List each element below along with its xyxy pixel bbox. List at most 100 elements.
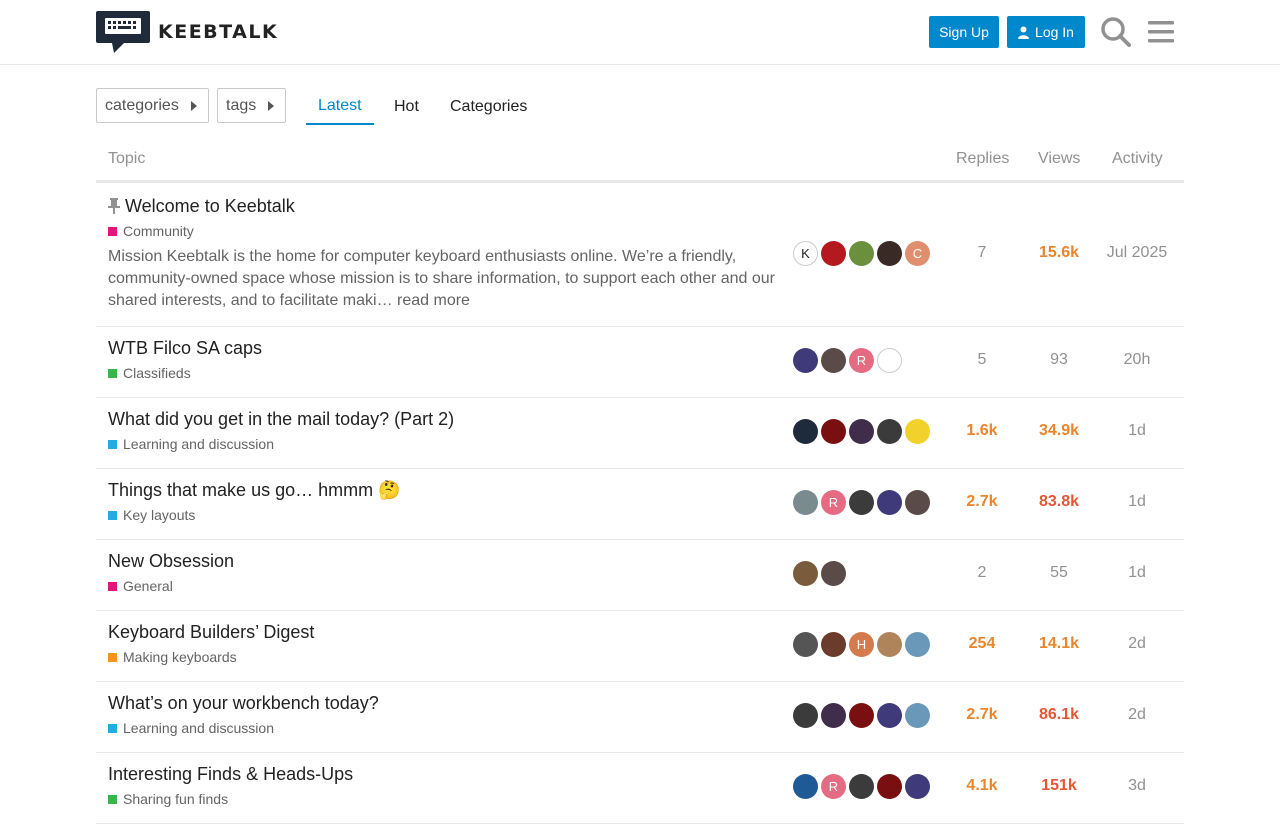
topic-row: New Obsession General 2 55 1d [96,539,1184,611]
column-activity[interactable]: Activity [1112,150,1163,168]
view-count: 86.1k [1038,706,1080,723]
category-badge[interactable]: Making keyboards [108,649,237,665]
topic-row: What did you get in the mail today? (Par… [96,397,1184,469]
hamburger-menu-icon[interactable] [1146,16,1176,48]
column-replies[interactable]: Replies [956,150,1009,168]
activity-time[interactable]: 2d [1102,706,1172,724]
activity-time[interactable]: 20h [1102,351,1172,369]
category-color-swatch [108,439,117,449]
activity-time[interactable]: Jul 2025 [1102,244,1172,262]
avatar[interactable]: R [849,348,874,373]
tab-hot[interactable]: Hot [394,88,419,125]
avatar[interactable] [877,348,902,373]
topic-row: Interesting Finds & Heads-Ups Sharing fun… [96,752,1184,824]
avatar[interactable] [877,632,902,657]
avatar[interactable] [877,774,902,799]
avatar[interactable] [793,419,818,444]
sign-up-button[interactable]: Sign Up [929,16,999,48]
activity-time[interactable]: 1d [1102,493,1172,511]
avatar[interactable] [793,561,818,586]
avatar[interactable] [905,490,930,515]
avatar[interactable] [793,632,818,657]
view-count: 151k [1041,777,1077,794]
column-views[interactable]: Views [1038,150,1080,168]
pin-icon [108,198,120,214]
topic-title[interactable]: WTB Filco SA caps [108,338,262,359]
avatar[interactable] [849,703,874,728]
avatar[interactable]: R [821,774,846,799]
activity-time[interactable]: 3d [1102,777,1172,795]
avatar[interactable] [877,241,902,266]
avatar[interactable] [793,703,818,728]
reply-count[interactable]: 4.1k [947,777,1017,795]
avatar[interactable] [849,241,874,266]
avatar[interactable] [793,774,818,799]
avatar[interactable] [821,419,846,444]
avatar[interactable] [877,703,902,728]
avatar[interactable] [821,348,846,373]
topic-title[interactable]: New Obsession [108,551,234,572]
topic-title[interactable]: Welcome to Keebtalk [125,196,295,217]
avatar[interactable] [821,561,846,586]
log-in-button[interactable]: Log In [1007,16,1085,48]
avatar[interactable]: K [793,241,818,266]
category-badge[interactable]: General [108,578,173,594]
avatar[interactable] [905,419,930,444]
reply-count[interactable]: 5 [947,351,1017,369]
activity-time[interactable]: 2d [1102,635,1172,653]
topic-row: Keyboard Builders’ Digest Making keyboard… [96,610,1184,682]
avatar[interactable] [793,490,818,515]
tab-categories[interactable]: Categories [450,88,527,125]
avatar[interactable] [905,774,930,799]
avatar[interactable] [849,419,874,444]
avatar[interactable] [877,490,902,515]
category-badge[interactable]: Classifieds [108,365,191,381]
topic-title[interactable]: Keyboard Builders’ Digest [108,622,314,643]
topic-title[interactable]: Things that make us go… hmmm 🤔 [108,480,401,501]
column-topic[interactable]: Topic [108,150,145,168]
avatar[interactable] [821,632,846,657]
avatar[interactable] [821,241,846,266]
category-color-swatch [108,794,117,804]
avatar[interactable] [877,419,902,444]
reply-count[interactable]: 2.7k [947,706,1017,724]
avatar[interactable] [793,348,818,373]
category-name: Sharing fun finds [123,791,229,807]
activity-time[interactable]: 1d [1102,422,1172,440]
avatar[interactable] [905,632,930,657]
avatar[interactable]: C [905,241,930,266]
topic-title[interactable]: What did you get in the mail today? (Par… [108,409,454,430]
tab-latest[interactable]: Latest [306,88,374,125]
reply-count[interactable]: 7 [947,244,1017,262]
reply-count[interactable]: 1.6k [947,422,1017,440]
tags-dropdown[interactable]: tags [217,88,286,123]
category-badge[interactable]: Key layouts [108,507,195,523]
avatar[interactable]: H [849,632,874,657]
category-badge[interactable]: Sharing fun finds [108,791,228,807]
category-color-swatch [108,723,117,733]
site-logo[interactable]: KEEBTALK [96,11,278,53]
avatar[interactable] [905,703,930,728]
reply-count[interactable]: 2.7k [947,493,1017,511]
topic-excerpt: Mission Keebtalk is the home for compute… [108,248,776,309]
avatar[interactable] [821,703,846,728]
search-icon[interactable] [1100,16,1132,48]
view-count: 14.1k [1038,635,1080,652]
caret-right-icon [190,100,197,111]
activity-time[interactable]: 1d [1102,564,1172,582]
avatar[interactable]: R [821,490,846,515]
topic-title[interactable]: What’s on your workbench today? [108,693,379,714]
read-more-link[interactable]: read more [397,292,470,309]
topic-title[interactable]: Interesting Finds & Heads-Ups [108,764,353,785]
reply-count[interactable]: 254 [947,635,1017,653]
category-badge[interactable]: Community [108,223,194,239]
reply-count[interactable]: 2 [947,564,1017,582]
caret-right-icon [268,100,275,111]
avatar[interactable] [849,490,874,515]
avatar[interactable] [849,774,874,799]
categories-dropdown[interactable]: categories [96,88,209,123]
log-in-label: Log In [1035,24,1074,40]
poster-avatars: R [793,348,905,373]
category-badge[interactable]: Learning and discussion [108,436,274,452]
category-badge[interactable]: Learning and discussion [108,720,274,736]
